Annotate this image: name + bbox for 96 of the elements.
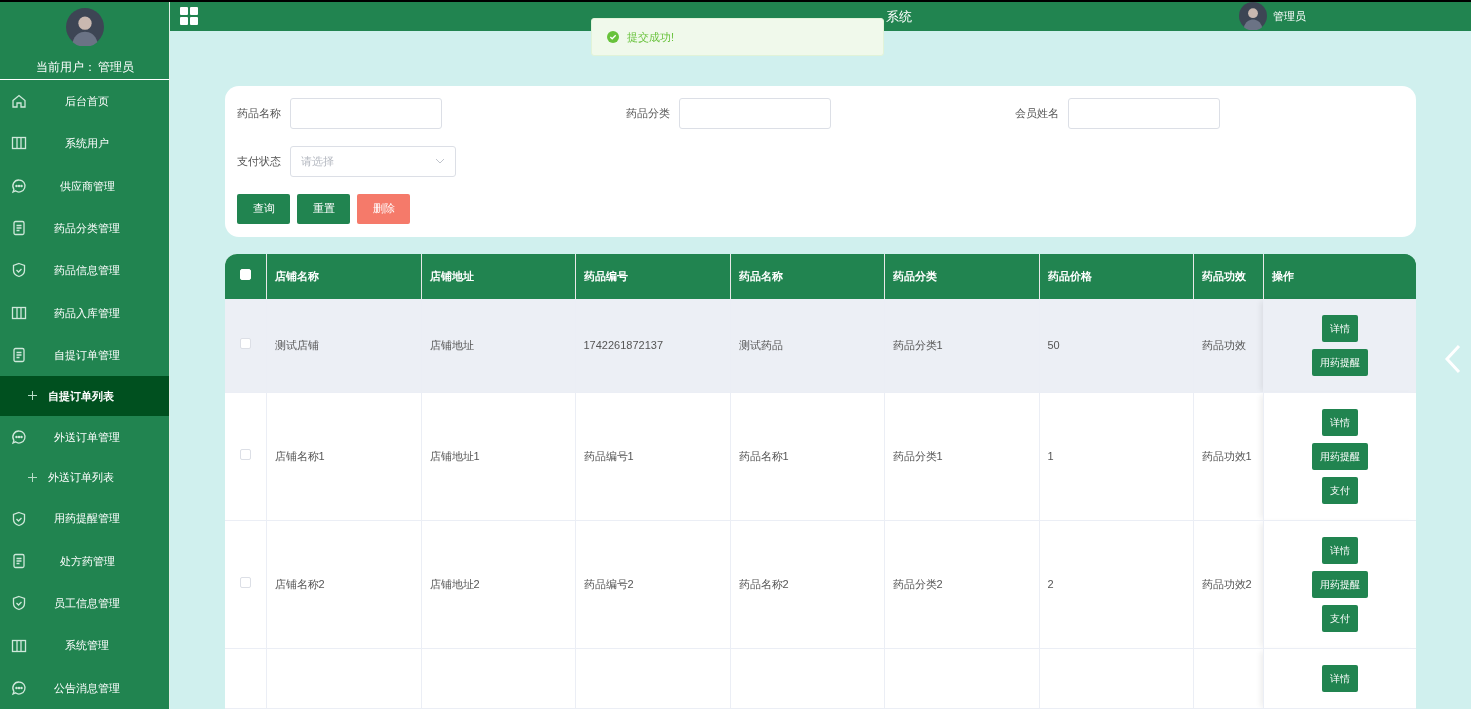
menu-item[interactable]: 员工信息管理 <box>0 582 169 625</box>
column-header: 店铺名称 <box>266 253 421 299</box>
table-cell: 药品功效2 <box>1201 578 1252 591</box>
table-cell: 测试药品 <box>738 339 783 351</box>
table-cell: 店铺地址2 <box>429 578 480 591</box>
table-cell: 药品功效1 <box>1201 450 1252 463</box>
table-cell: 店铺名称1 <box>274 450 325 463</box>
checkbox[interactable] <box>239 338 251 349</box>
menu-item[interactable]: 药品信息管理 <box>0 249 169 292</box>
home-icon <box>11 93 27 110</box>
row-action-button[interactable]: 支付 <box>1321 605 1358 632</box>
submenu-item[interactable]: 外送订单列表 <box>0 458 169 498</box>
row-action-button[interactable]: 详情 <box>1321 665 1358 692</box>
menu-item[interactable]: 药品入库管理 <box>0 291 169 334</box>
avatar <box>65 8 104 46</box>
column-header: 药品功效 <box>1193 253 1263 299</box>
app-title: 系统 <box>886 7 912 26</box>
row-action-button[interactable]: 详情 <box>1321 409 1358 436</box>
chevron-down-icon <box>435 158 445 164</box>
table-cell: 药品编号1 <box>583 450 634 463</box>
table-cell: 店铺地址 <box>429 339 474 351</box>
table-cell: 1 <box>1047 450 1054 463</box>
table-row[interactable]: 店铺名称2 店铺地址2 药品编号2 药品名称2 药品分类2 2 药品功效2 详情 用药提醒 支付 <box>225 520 1416 649</box>
table-cell: 药品功效 <box>1201 339 1246 351</box>
document-icon <box>11 552 27 569</box>
column-header: 店铺地址 <box>421 253 575 299</box>
column-header: 药品名称 <box>730 253 884 299</box>
chat-icon <box>11 177 27 194</box>
toast-message: 提交成功! <box>627 29 675 45</box>
table-cell: 药品编号2 <box>583 578 634 591</box>
chat-icon <box>11 679 27 696</box>
input-field[interactable] <box>290 97 442 129</box>
table-cell: 店铺名称2 <box>274 578 325 591</box>
menu-item[interactable]: 系统管理 <box>0 624 169 667</box>
columns-icon <box>11 304 27 321</box>
chat-icon <box>11 428 27 445</box>
shield-check-icon <box>11 595 27 612</box>
input-field[interactable] <box>679 97 831 129</box>
table-cell: 药品名称2 <box>738 578 789 591</box>
filter-label: 药品分类 <box>626 105 670 121</box>
table-row[interactable]: 详情 <box>225 648 1416 709</box>
row-action-button[interactable]: 详情 <box>1321 314 1358 342</box>
table-cell: 药品名称1 <box>738 450 789 463</box>
filter-label: 会员姓名 <box>1015 105 1059 121</box>
table-cell: 1742261872137 <box>583 339 664 351</box>
table-row[interactable]: 测试店铺 店铺地址 1742261872137 测试药品 药品分类1 50 药品功效 详情 用药提醒 <box>225 298 1416 393</box>
menu-item[interactable]: 处方药管理 <box>0 539 169 583</box>
column-header: 药品分类 <box>884 253 1039 299</box>
current-user-name: 管理员 <box>97 59 134 76</box>
columns-icon <box>11 637 27 654</box>
row-action-button[interactable]: 用药提醒 <box>1311 443 1368 470</box>
menu-item[interactable]: 用药提醒管理 <box>0 497 169 540</box>
chevron-left-icon[interactable] <box>1444 344 1462 374</box>
table-cell: 药品分类1 <box>892 339 943 351</box>
row-action-button[interactable]: 用药提醒 <box>1311 571 1368 598</box>
checkbox[interactable] <box>239 577 251 589</box>
menu-item[interactable]: 后台首页 <box>0 80 169 123</box>
table-cell: 药品分类1 <box>892 450 943 463</box>
menu-item[interactable]: 公告消息管理 <box>0 666 169 709</box>
filter-label: 支付状态 <box>237 153 281 169</box>
document-icon <box>11 220 27 237</box>
submenu-item[interactable]: 自提订单列表 <box>0 376 169 416</box>
menu-item[interactable]: 供应商管理 <box>0 164 169 207</box>
table-cell: 50 <box>1047 339 1060 351</box>
filter-label: 药品名称 <box>237 105 281 121</box>
plus-icon <box>28 473 37 483</box>
column-header: 操作 <box>1263 253 1416 299</box>
shield-check-icon <box>11 262 27 279</box>
table-cell: 店铺地址1 <box>429 450 480 463</box>
input-field[interactable] <box>1068 97 1220 129</box>
action-button[interactable]: 查询 <box>237 193 290 224</box>
avatar <box>1239 2 1267 31</box>
column-header: 药品价格 <box>1039 253 1193 299</box>
table-cell: 2 <box>1047 578 1054 591</box>
document-icon <box>11 347 27 364</box>
user-name: 管理员 <box>1273 9 1306 24</box>
row-action-button[interactable]: 详情 <box>1321 537 1358 564</box>
menu-item[interactable]: 自提订单管理 <box>0 333 169 377</box>
action-button[interactable]: 重置 <box>297 193 350 224</box>
current-user-label: 当前用户： <box>35 59 96 76</box>
menu-item[interactable]: 系统用户 <box>0 122 169 165</box>
row-action-button[interactable]: 支付 <box>1321 477 1358 504</box>
table-cell: 药品分类2 <box>892 578 943 591</box>
table-row[interactable]: 店铺名称1 店铺地址1 药品编号1 药品名称1 药品分类1 1 药品功效1 详情 用药提醒 支付 <box>225 392 1416 521</box>
column-header: 药品编号 <box>575 253 730 299</box>
plus-icon <box>28 391 37 401</box>
checkbox[interactable] <box>239 449 251 461</box>
action-button[interactable]: 删除 <box>357 193 410 224</box>
check-circle-icon <box>607 31 619 43</box>
menu-item[interactable]: 药品分类管理 <box>0 207 169 250</box>
menu-item[interactable]: 外送订单管理 <box>0 415 169 458</box>
columns-icon <box>11 135 27 152</box>
grid-icon[interactable] <box>180 7 198 26</box>
shield-check-icon <box>11 510 27 527</box>
table-cell: 测试店铺 <box>274 339 319 351</box>
row-action-button[interactable]: 用药提醒 <box>1311 348 1368 376</box>
